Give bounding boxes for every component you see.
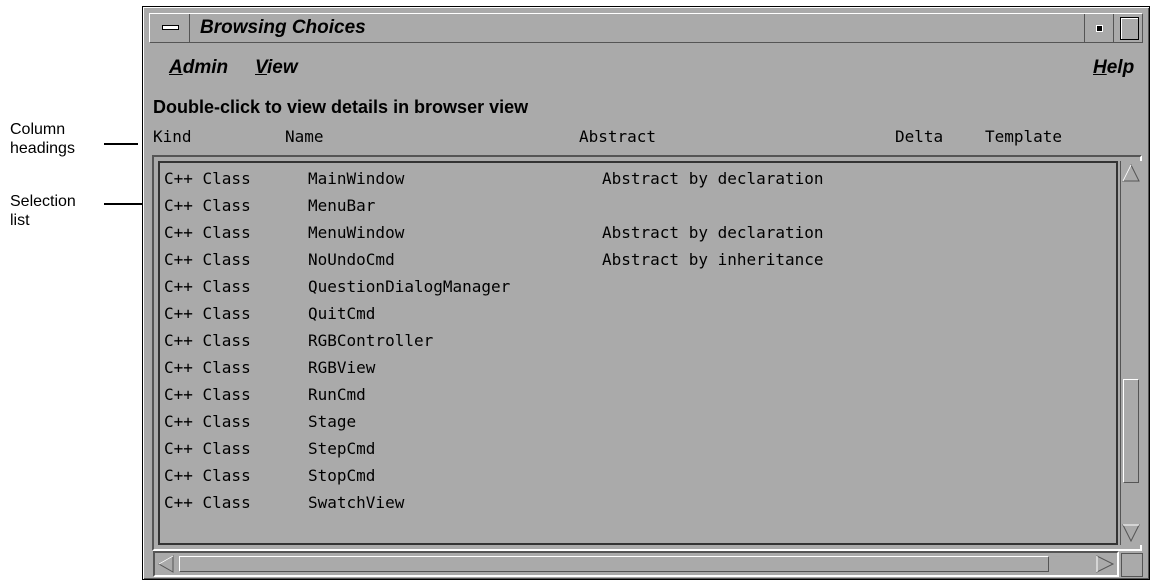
callout-selection-list: Selection list	[10, 192, 76, 230]
row-kind: C++ Class	[164, 493, 251, 512]
horizontal-scrollbar[interactable]	[153, 551, 1119, 577]
instruction-text: Double-click to view details in browser …	[153, 97, 529, 117]
arrow-down-icon[interactable]	[1122, 524, 1140, 543]
menu-admin-rest: dmin	[182, 57, 229, 78]
row-kind: C++ Class	[164, 196, 251, 215]
list-item[interactable]: C++ Class StopCmd	[160, 464, 1116, 491]
row-kind: C++ Class	[164, 331, 251, 350]
arrow-right-icon[interactable]	[1096, 555, 1115, 573]
title-bar[interactable]: Browsing Choices	[149, 13, 1143, 43]
callout-column-headings: Column headings	[10, 120, 75, 158]
scrollbar-corner	[1121, 553, 1143, 577]
list-item[interactable]: C++ Class NoUndoCmd Abstract by inheritanc…	[160, 248, 1116, 275]
row-name: RGBView	[308, 358, 376, 377]
row-kind: C++ Class	[164, 439, 251, 458]
selection-list[interactable]: C++ Class MainWindow Abstract by declarati…	[158, 161, 1118, 545]
list-item[interactable]: C++ Class QuestionDialogManager	[160, 275, 1116, 302]
row-name: StopCmd	[308, 466, 376, 485]
row-name: StepCmd	[308, 439, 376, 458]
list-item[interactable]: C++ Class RGBController	[160, 329, 1116, 356]
list-item[interactable]: C++ Class MenuWindow Abstract by declarati…	[160, 221, 1116, 248]
menu-view-rest: iew	[266, 57, 298, 78]
menu-bar: Admin View Help	[149, 47, 1143, 89]
window-title: Browsing Choices	[200, 17, 366, 38]
row-abstract: Abstract by inheritance	[602, 250, 824, 269]
selection-list-frame: C++ Class MainWindow Abstract by declarati…	[152, 155, 1142, 551]
vertical-scrollbar[interactable]	[1120, 161, 1142, 545]
column-heading-abstract: Abstract	[579, 127, 657, 146]
arrow-up-icon[interactable]	[1122, 163, 1140, 182]
row-kind: C++ Class	[164, 466, 251, 485]
row-kind: C++ Class	[164, 385, 251, 404]
browsing-choices-window: Browsing Choices Admin View Help Double-…	[142, 6, 1150, 580]
list-item[interactable]: C++ Class MenuBar	[160, 194, 1116, 221]
row-name: MenuBar	[308, 196, 376, 215]
column-heading-delta: Delta	[895, 127, 944, 146]
menu-help-rest: elp	[1106, 57, 1135, 78]
window-menu-icon[interactable]	[150, 14, 190, 42]
callout-column-headings-line2: headings	[10, 140, 75, 157]
row-name: RunCmd	[308, 385, 366, 404]
list-item[interactable]: C++ Class QuitCmd	[160, 302, 1116, 329]
list-item[interactable]: C++ Class RGBView	[160, 356, 1116, 383]
column-heading-template: Template	[985, 127, 1063, 146]
row-kind: C++ Class	[164, 169, 251, 188]
list-item[interactable]: C++ Class StepCmd	[160, 437, 1116, 464]
row-name: MainWindow	[308, 169, 405, 188]
menu-help-mnemonic: H	[1093, 57, 1107, 78]
maximize-icon[interactable]	[1113, 14, 1142, 42]
list-item[interactable]: C++ Class MainWindow Abstract by declarati…	[160, 167, 1116, 194]
row-name: QuestionDialogManager	[308, 277, 511, 296]
row-abstract: Abstract by declaration	[602, 169, 824, 188]
callout-column-headings-line1: Column	[10, 121, 66, 138]
list-item[interactable]: C++ Class Stage	[160, 410, 1116, 437]
row-kind: C++ Class	[164, 277, 251, 296]
row-kind: C++ Class	[164, 304, 251, 323]
minimize-icon[interactable]	[1084, 14, 1112, 42]
row-kind: C++ Class	[164, 358, 251, 377]
row-name: QuitCmd	[308, 304, 376, 323]
row-name: Stage	[308, 412, 357, 431]
list-item[interactable]: C++ Class SwatchView	[160, 491, 1116, 518]
vertical-scroll-thumb[interactable]	[1123, 379, 1139, 483]
menu-view[interactable]: View	[255, 57, 298, 79]
arrow-left-icon[interactable]	[157, 555, 174, 573]
row-abstract: Abstract by declaration	[602, 223, 824, 242]
list-item[interactable]: C++ Class RunCmd	[160, 383, 1116, 410]
horizontal-scroll-thumb[interactable]	[179, 556, 1049, 572]
row-kind: C++ Class	[164, 223, 251, 242]
row-kind: C++ Class	[164, 250, 251, 269]
row-name: MenuWindow	[308, 223, 405, 242]
row-name: SwatchView	[308, 493, 405, 512]
row-name: NoUndoCmd	[308, 250, 395, 269]
menu-admin[interactable]: Admin	[169, 57, 228, 79]
column-heading-name: Name	[285, 127, 324, 146]
callout-column-headings-pointer	[104, 143, 138, 145]
row-name: RGBController	[308, 331, 434, 350]
menu-help[interactable]: Help	[1093, 57, 1134, 79]
callout-selection-list-line1: Selection	[10, 193, 76, 210]
callout-selection-list-line2: list	[10, 212, 30, 229]
row-kind: C++ Class	[164, 412, 251, 431]
menu-view-mnemonic: V	[255, 57, 267, 78]
menu-admin-mnemonic: A	[169, 57, 183, 78]
column-heading-kind: Kind	[153, 127, 192, 146]
